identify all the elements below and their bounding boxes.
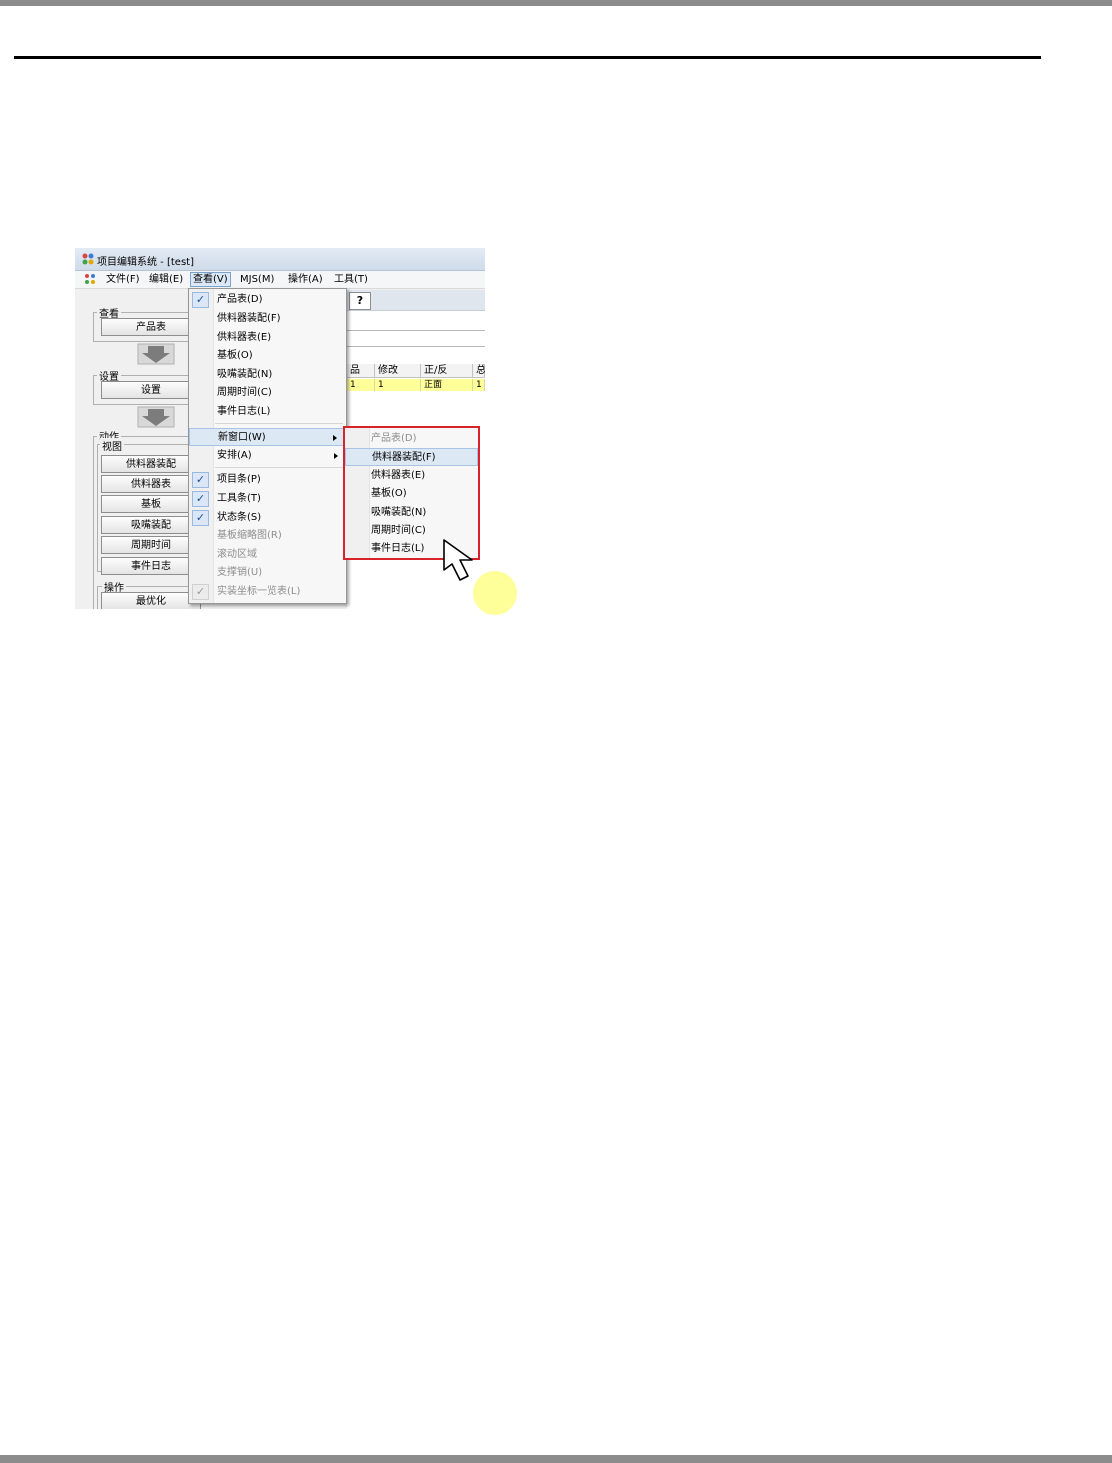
menu-item-label: 支撑销(U): [217, 567, 263, 578]
left-action-panel: 查看 产品表 设置 设置 动作 视图 供料器装配 供料器表 基板 吸嘴装配 周期…: [75, 289, 201, 609]
view-menu-item-tool-bar[interactable]: ✓ 工具条(T): [189, 490, 346, 508]
page-header-rule: [14, 56, 1041, 59]
view-menu-item-product-table[interactable]: ✓ 产品表(D): [189, 291, 346, 309]
doc-divider: [347, 330, 485, 331]
page-footer-bar: [0, 1455, 1112, 1463]
view-menu-item-cycle-time[interactable]: 周期时间(C): [189, 384, 346, 402]
menu-item-label: 基板(O): [217, 350, 253, 361]
help-icon[interactable]: ?: [349, 292, 371, 310]
grid-header-revision[interactable]: 修改: [375, 364, 421, 378]
submenu-item-feeder-table[interactable]: 供料器表(E): [345, 467, 478, 485]
view-menu-item-status-bar[interactable]: ✓ 状态条(S): [189, 509, 346, 527]
optimize-button[interactable]: 最优化: [101, 592, 201, 609]
view-subgroup-title: 视图: [100, 438, 124, 453]
app-screenshot: 项目编辑系统 - [test] 文件(F) 编辑(E) 查看(V) MJS(M)…: [75, 248, 485, 609]
menu-operation[interactable]: 操作(A): [286, 273, 325, 286]
grid-header-side[interactable]: 正/反: [421, 364, 473, 378]
menu-item-label: 事件日志(L): [371, 543, 425, 554]
menu-item-label: 周期时间(C): [217, 387, 272, 398]
check-icon: ✓: [192, 472, 209, 488]
menu-item-label: 状态条(S): [217, 512, 262, 523]
doc-divider: [347, 346, 485, 347]
submenu-item-nozzle-setup[interactable]: 吸嘴装配(N): [345, 504, 478, 522]
board-button[interactable]: 基板: [101, 495, 201, 513]
grid-header-product[interactable]: 品: [347, 364, 375, 378]
menu-item-label: 供料器表(E): [371, 470, 426, 481]
menu-separator: [215, 467, 343, 468]
down-arrow-icon: [137, 343, 175, 365]
menu-file[interactable]: 文件(F): [104, 273, 142, 286]
grid-cell[interactable]: 1: [375, 379, 421, 391]
check-icon: ✓: [192, 510, 209, 526]
menu-separator: [215, 423, 343, 424]
view-menu-item-scroll-area[interactable]: 滚动区域: [189, 546, 346, 564]
view-menu-item-placement-coordinates[interactable]: ✓ 实装坐标一览表(L): [189, 583, 346, 601]
menu-item-label: 供料器表(E): [217, 332, 272, 343]
mdi-child-icon[interactable]: [84, 273, 96, 285]
view-menu-item-new-window[interactable]: 新窗口(W): [189, 428, 346, 446]
menu-item-label: 事件日志(L): [217, 406, 271, 417]
view-menu-item-feeder-table[interactable]: 供料器表(E): [189, 329, 346, 347]
menu-item-label: 吸嘴装配(N): [217, 369, 273, 380]
window-title: 项目编辑系统 - [test]: [97, 257, 194, 268]
grid-header-total[interactable]: 总: [473, 364, 485, 378]
mouse-pointer-icon: [443, 539, 517, 615]
menu-item-label: 新窗口(W): [218, 432, 266, 443]
product-table-button[interactable]: 产品表: [101, 318, 201, 336]
menu-item-label: 实装坐标一览表(L): [217, 586, 301, 597]
submenu-item-feeder-setup[interactable]: 供料器装配(F): [345, 448, 478, 466]
app-icon: [82, 253, 94, 265]
submenu-item-board[interactable]: 基板(O): [345, 485, 478, 503]
view-menu-item-nozzle-setup[interactable]: 吸嘴装配(N): [189, 366, 346, 384]
feeder-table-button[interactable]: 供料器表: [101, 475, 201, 493]
menu-view[interactable]: 查看(V): [190, 272, 231, 287]
down-arrow-icon: [137, 406, 175, 428]
grid-cell[interactable]: 1: [473, 379, 485, 391]
feeder-setup-button[interactable]: 供料器装配: [101, 455, 201, 473]
menu-item-label: 产品表(D): [371, 433, 417, 444]
cycle-time-button[interactable]: 周期时间: [101, 536, 201, 554]
setup-button[interactable]: 设置: [101, 381, 201, 399]
view-menu-item-project-bar[interactable]: ✓ 项目条(P): [189, 471, 346, 489]
view-menu-item-board-thumbnail[interactable]: 基板缩略图(R): [189, 527, 346, 545]
view-menu-item-event-log[interactable]: 事件日志(L): [189, 403, 346, 421]
menu-item-label: 吸嘴装配(N): [371, 507, 427, 518]
check-icon: ✓: [192, 491, 209, 507]
submenu-item-product-table[interactable]: 产品表(D): [345, 430, 478, 448]
event-log-button[interactable]: 事件日志: [101, 557, 201, 575]
menu-mjs[interactable]: MJS(M): [238, 273, 276, 286]
menu-tools[interactable]: 工具(T): [332, 273, 370, 286]
page-header-bar: [0, 0, 1112, 6]
view-menu-item-arrange[interactable]: 安排(A): [189, 447, 346, 465]
menu-item-label: 基板(O): [371, 488, 407, 499]
menu-bar: 文件(F) 编辑(E) 查看(V) MJS(M) 操作(A) 工具(T): [75, 271, 485, 289]
submenu-arrow-icon: [334, 453, 338, 459]
view-menu-dropdown: ✓ 产品表(D) 供料器装配(F) 供料器表(E) 基板(O) 吸嘴装配(N) …: [188, 288, 347, 604]
view-menu-item-support-pin[interactable]: 支撑销(U): [189, 564, 346, 582]
menu-item-label: 供料器装配(F): [217, 313, 281, 324]
menu-item-label: 基板缩略图(R): [217, 530, 282, 541]
window-titlebar: 项目编辑系统 - [test]: [75, 248, 485, 271]
nozzle-setup-button[interactable]: 吸嘴装配: [101, 516, 201, 534]
check-icon: ✓: [192, 584, 209, 600]
menu-item-label: 供料器装配(F): [372, 452, 436, 463]
menu-item-label: 项目条(P): [217, 474, 261, 485]
menu-item-label: 滚动区域: [217, 549, 257, 560]
view-menu-item-feeder-setup[interactable]: 供料器装配(F): [189, 310, 346, 328]
submenu-arrow-icon: [333, 435, 337, 441]
grid-cell[interactable]: 正面: [421, 379, 473, 391]
menu-item-label: 产品表(D): [217, 294, 263, 305]
menu-item-label: 安排(A): [217, 450, 252, 461]
menu-edit[interactable]: 编辑(E): [147, 273, 185, 286]
menu-item-label: 工具条(T): [217, 493, 261, 504]
grid-cell[interactable]: 1: [347, 379, 375, 391]
check-icon: ✓: [192, 292, 209, 308]
view-menu-item-board[interactable]: 基板(O): [189, 347, 346, 365]
menu-item-label: 周期时间(C): [371, 525, 426, 536]
